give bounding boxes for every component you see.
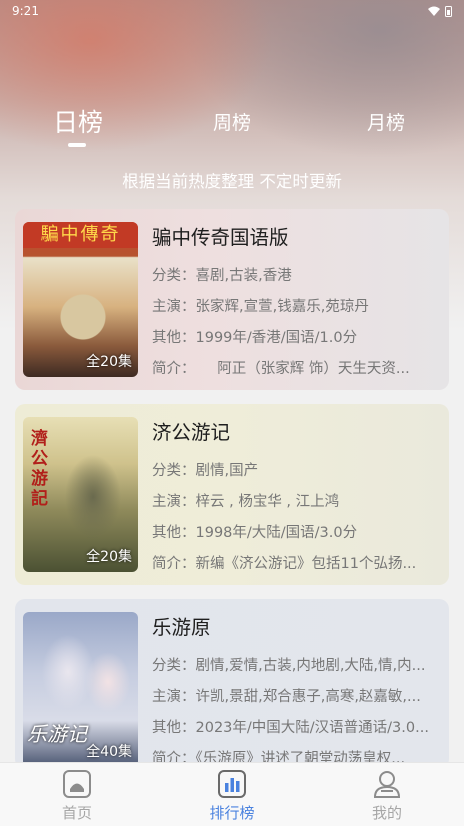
- nav-profile-label: 我的: [371, 804, 402, 822]
- nav-ranking[interactable]: 排行榜: [182, 763, 282, 826]
- ranking-list: 騙中傳奇 全20集 骗中传奇国语版 分类：喜剧,古装,香港 主演：张家辉,宣萱,…: [15, 209, 449, 783]
- item-cast: 主演：张家辉,宣萱,钱嘉乐,苑琼丹: [152, 299, 369, 315]
- tab-daily[interactable]: 日榜: [38, 103, 118, 139]
- status-bar: 9:21: [0, 0, 464, 22]
- item-cast: 主演：梓云 , 杨宝华 , 江上鸿: [152, 494, 340, 510]
- item-title: 骗中传奇国语版: [152, 226, 289, 249]
- item-intro: 简介：新编《济公游记》包括11个弘扬...: [152, 556, 417, 572]
- item-intro: 简介： 阿正（张家辉 饰）天生天资...: [152, 361, 410, 377]
- item-other: 其他：1998年/大陆/国语/3.0分: [152, 525, 358, 541]
- item-category: 分类：喜剧,古装,香港: [152, 268, 292, 284]
- poster-image[interactable]: 濟公游記 全20集: [23, 417, 138, 572]
- nav-profile[interactable]: 我的: [337, 763, 437, 826]
- wifi-icon: [428, 6, 440, 16]
- nav-ranking-label: 排行榜: [209, 804, 255, 822]
- ranking-tabs: 日榜 周榜 月榜: [0, 100, 464, 150]
- episode-count: 全20集: [86, 549, 132, 565]
- item-info: 乐游原 分类：剧情,爱情,古装,内地剧,大陆,情,内... 主演：许凯,景甜,郑…: [152, 614, 442, 775]
- item-other: 其他：1999年/香港/国语/1.0分: [152, 330, 358, 346]
- item-title: 乐游原: [152, 616, 211, 639]
- poster-title-text: 濟公游記: [31, 429, 48, 509]
- poster-title-text: 騙中傳奇: [23, 222, 138, 248]
- battery-icon: [445, 5, 452, 17]
- poster-image[interactable]: 騙中傳奇 全20集: [23, 222, 138, 377]
- tab-indicator: [68, 143, 86, 147]
- list-item[interactable]: 騙中傳奇 全20集 骗中传奇国语版 分类：喜剧,古装,香港 主演：张家辉,宣萱,…: [15, 209, 449, 390]
- home-icon: [63, 770, 91, 798]
- item-other: 其他：2023年/中国大陆/汉语普通话/3.0...: [152, 720, 429, 736]
- nav-home[interactable]: 首页: [27, 763, 127, 826]
- status-time: 9:21: [12, 4, 39, 18]
- tab-monthly[interactable]: 月榜: [346, 108, 426, 135]
- item-info: 济公游记 分类：剧情,国产 主演：梓云 , 杨宝华 , 江上鸿 其他：1998年…: [152, 419, 442, 580]
- item-category: 分类：剧情,爱情,古装,内地剧,大陆,情,内...: [152, 658, 426, 674]
- list-item[interactable]: 乐游记 全40集 乐游原 分类：剧情,爱情,古装,内地剧,大陆,情,内... 主…: [15, 599, 449, 769]
- bottom-nav: 首页 排行榜 我的: [0, 762, 464, 826]
- item-cast: 主演：许凯,景甜,郑合惠子,高寒,赵嘉敏,...: [152, 689, 421, 705]
- tab-weekly[interactable]: 周榜: [192, 108, 272, 135]
- nav-home-label: 首页: [61, 804, 92, 822]
- episode-count: 全20集: [86, 354, 132, 370]
- profile-icon: [373, 771, 401, 798]
- poster-image[interactable]: 乐游记 全40集: [23, 612, 138, 767]
- item-info: 骗中传奇国语版 分类：喜剧,古装,香港 主演：张家辉,宣萱,钱嘉乐,苑琼丹 其他…: [152, 224, 442, 385]
- ranking-icon: [218, 770, 246, 798]
- item-title: 济公游记: [152, 421, 231, 444]
- list-item[interactable]: 濟公游記 全20集 济公游记 分类：剧情,国产 主演：梓云 , 杨宝华 , 江上…: [15, 404, 449, 585]
- item-category: 分类：剧情,国产: [152, 463, 259, 479]
- ranking-subtitle: 根据当前热度整理 不定时更新: [122, 172, 342, 191]
- poster-title-text: 乐游记: [27, 722, 87, 746]
- episode-count: 全40集: [86, 744, 132, 760]
